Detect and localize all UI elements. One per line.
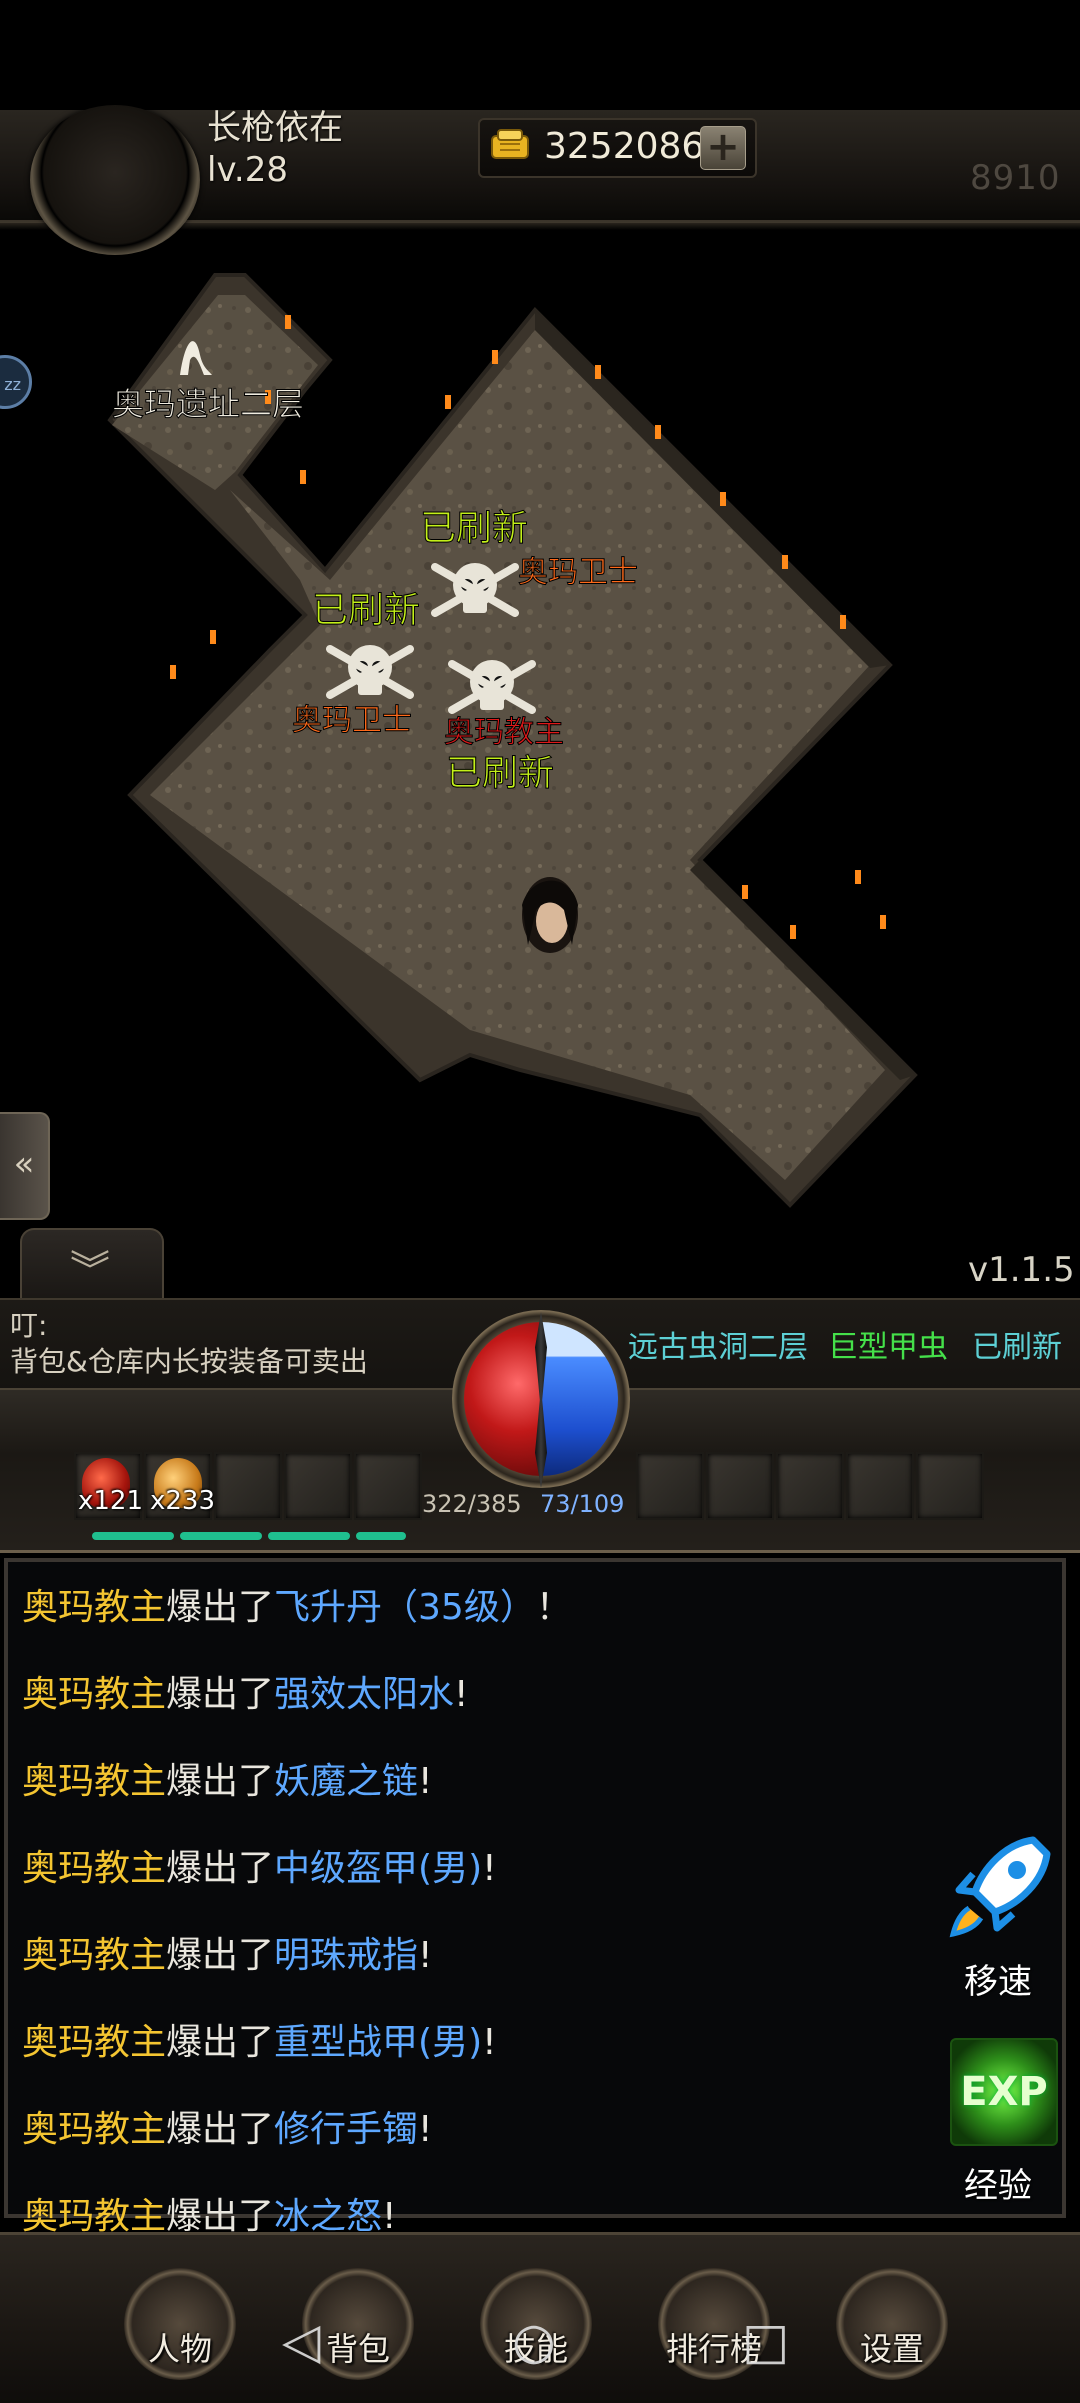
- chat-end: !: [418, 1935, 433, 1976]
- chat-boss-name[interactable]: 奥玛教主: [22, 1587, 166, 1628]
- notice-title: 叮:: [10, 1309, 48, 1342]
- chat-line: 奥玛教主爆出了飞升丹（35级）！: [22, 1578, 572, 1630]
- xp-bar-segment: [356, 1532, 406, 1540]
- dungeon-map[interactable]: 奥玛遗址二层 已刷新 奥玛卫士 已刷新 奥玛卫士 奥玛教主 已刷新: [0, 220, 1080, 1230]
- gold-ingot-icon: [491, 129, 529, 159]
- chevron-down-icon: ︾: [70, 1248, 110, 1294]
- system-recents-icon[interactable]: □: [742, 2312, 789, 2370]
- chat-end: ！: [535, 1587, 572, 1628]
- mp-value: 73/109: [540, 1490, 625, 1518]
- xp-bar-segment: [180, 1532, 262, 1540]
- notice-text: 背包&仓库内长按装备可卖出: [10, 1345, 368, 1378]
- marker-boss-name: 奥玛教主: [444, 715, 564, 750]
- chat-line: 奥玛教主爆出了修行手镯!: [22, 2100, 432, 2152]
- chat-line: 奥玛教主爆出了明珠戒指!: [22, 1926, 432, 1978]
- location-name: 奥玛遗址二层: [112, 385, 304, 423]
- player-name: 长枪依在: [207, 108, 343, 148]
- system-back-icon[interactable]: ◁: [282, 2312, 320, 2370]
- chat-item-name[interactable]: 修行手镯: [274, 2109, 418, 2150]
- gold-amount: 3252086: [544, 126, 705, 167]
- event-status: 已刷新: [972, 1330, 1062, 1365]
- add-gold-button[interactable]: +: [700, 126, 746, 170]
- chat-boss-name[interactable]: 奥玛教主: [22, 2022, 166, 2063]
- event-location[interactable]: 远古虫洞二层: [628, 1322, 808, 1366]
- chat-boss-name[interactable]: 奥玛教主: [22, 2109, 166, 2150]
- player-level: lv.28: [207, 150, 288, 190]
- chat-boss-name[interactable]: 奥玛教主: [22, 1674, 166, 1715]
- chat-line: 奥玛教主爆出了中级盔甲(男)!: [22, 1839, 497, 1891]
- chat-verb: 爆出了: [166, 2022, 275, 2063]
- chat-end: !: [382, 2196, 397, 2237]
- exp-label: 经验: [964, 2166, 1032, 2206]
- system-home-icon[interactable]: ○: [512, 2312, 556, 2370]
- rocket-icon[interactable]: [945, 1830, 1057, 1942]
- chat-verb: 爆出了: [166, 2196, 275, 2237]
- marker-monster-name: 奥玛卫士: [292, 703, 412, 738]
- chat-line: 奥玛教主爆出了妖魔之链!: [22, 1752, 432, 1804]
- chat-verb: 爆出了: [166, 2109, 275, 2150]
- exp-icon[interactable]: EXP: [950, 2038, 1058, 2146]
- hp-value: 322/385: [422, 1490, 522, 1518]
- chat-item-name[interactable]: 中级盔甲(男): [274, 1848, 482, 1889]
- chat-verb: 爆出了: [166, 1587, 275, 1628]
- combat-power-value: 8910: [970, 158, 1061, 198]
- chat-end: !: [482, 2022, 497, 2063]
- chat-boss-name[interactable]: 奥玛教主: [22, 1761, 166, 1802]
- quick-slot[interactable]: [354, 1452, 422, 1520]
- chat-item-name[interactable]: 妖魔之链: [274, 1761, 418, 1802]
- chat-item-name[interactable]: 重型战甲(男): [274, 2022, 482, 2063]
- potion-count: x121: [78, 1486, 144, 1516]
- collapse-arrow-icon[interactable]: «: [0, 1112, 50, 1220]
- chat-verb: 爆出了: [166, 1935, 275, 1976]
- chat-item-name[interactable]: 强效太阳水: [274, 1674, 454, 1715]
- marker-status: 已刷新: [312, 590, 420, 631]
- chat-boss-name[interactable]: 奥玛教主: [22, 1935, 166, 1976]
- speed-label: 移速: [964, 1962, 1032, 2002]
- chat-boss-name[interactable]: 奥玛教主: [22, 2196, 166, 2237]
- marker-status: 已刷新: [420, 508, 528, 549]
- chat-item-name[interactable]: 明珠戒指: [274, 1935, 418, 1976]
- marker-monster-name: 奥玛卫士: [518, 555, 638, 590]
- chat-line: 奥玛教主爆出了强效太阳水!: [22, 1665, 468, 1717]
- event-monster[interactable]: 巨型甲虫: [828, 1322, 948, 1366]
- nav-label-settings: 设置: [859, 2330, 924, 2368]
- quick-slot[interactable]: [284, 1452, 352, 1520]
- quick-slot[interactable]: [776, 1452, 844, 1520]
- chat-end: !: [482, 1848, 497, 1889]
- potion-count: x233: [150, 1486, 216, 1516]
- nav-label-character: 人物: [147, 2330, 212, 2368]
- chat-item-name[interactable]: 飞升丹（35级）: [274, 1587, 536, 1628]
- xp-bar-segment: [92, 1532, 174, 1540]
- chat-verb: 爆出了: [166, 1761, 275, 1802]
- chat-end: !: [418, 1761, 433, 1802]
- xp-bar-segment: [268, 1532, 350, 1540]
- quick-slot[interactable]: [916, 1452, 984, 1520]
- player-marker-icon[interactable]: [522, 877, 578, 953]
- quick-slot[interactable]: [214, 1452, 282, 1520]
- expand-panel-button[interactable]: ︾: [20, 1228, 164, 1300]
- quick-slot[interactable]: [706, 1452, 774, 1520]
- chat-boss-name[interactable]: 奥玛教主: [22, 1848, 166, 1889]
- version-label: v1.1.5: [968, 1250, 1075, 1290]
- chat-item-name[interactable]: 冰之怒: [274, 2196, 382, 2237]
- chat-line: 奥玛教主爆出了重型战甲(男)!: [22, 2013, 497, 2065]
- quick-slot[interactable]: [846, 1452, 914, 1520]
- chat-verb: 爆出了: [166, 1848, 275, 1889]
- quick-slot[interactable]: [636, 1452, 704, 1520]
- chat-verb: 爆出了: [166, 1674, 275, 1715]
- chat-end: !: [418, 2109, 433, 2150]
- chat-end: !: [454, 1674, 469, 1715]
- gold-display: 3252086 +: [478, 118, 757, 178]
- marker-status: 已刷新: [446, 753, 554, 794]
